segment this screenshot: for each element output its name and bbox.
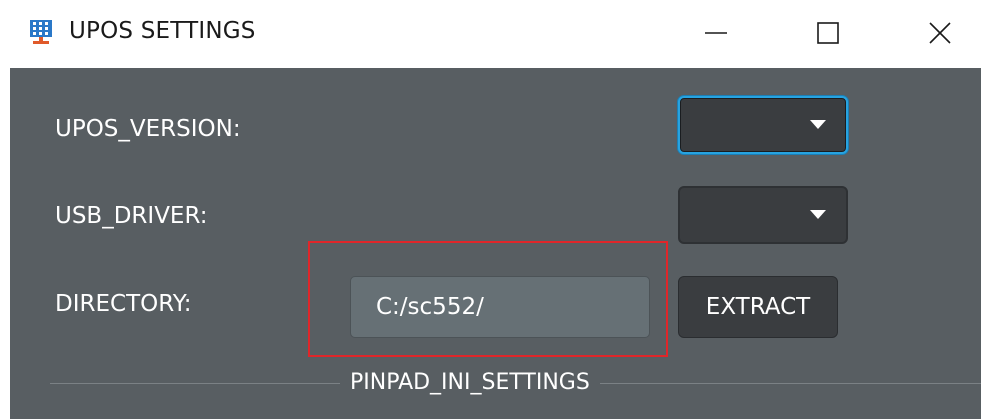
maximize-icon — [816, 21, 840, 45]
window-title: UPOS SETTINGS — [69, 18, 256, 44]
usb-driver-label: USB_DRIVER: — [55, 203, 208, 229]
usb-driver-dropdown[interactable] — [678, 186, 848, 244]
pinpad-ini-settings-heading: PINPAD_INI_SETTINGS — [340, 370, 600, 395]
upos-version-label: UPOS_VERSION: — [55, 116, 241, 142]
maximize-button[interactable] — [800, 10, 856, 56]
directory-label: DIRECTORY: — [55, 291, 192, 317]
close-button[interactable] — [912, 10, 968, 56]
minimize-icon — [704, 21, 728, 45]
upos-version-dropdown[interactable] — [678, 96, 848, 154]
app-grid-icon — [30, 20, 52, 44]
extract-button[interactable]: EXTRACT — [678, 276, 838, 338]
directory-input[interactable]: C:/sc552/ — [350, 276, 650, 338]
minimize-button[interactable] — [688, 10, 744, 56]
close-icon — [928, 21, 952, 45]
settings-panel: UPOS_VERSION: USB_DRIVER: DIRECTORY: C:/… — [10, 68, 981, 419]
title-bar[interactable]: UPOS SETTINGS — [0, 0, 981, 68]
dropdown-arrow-icon — [810, 210, 826, 219]
dropdown-arrow-icon — [810, 120, 826, 129]
